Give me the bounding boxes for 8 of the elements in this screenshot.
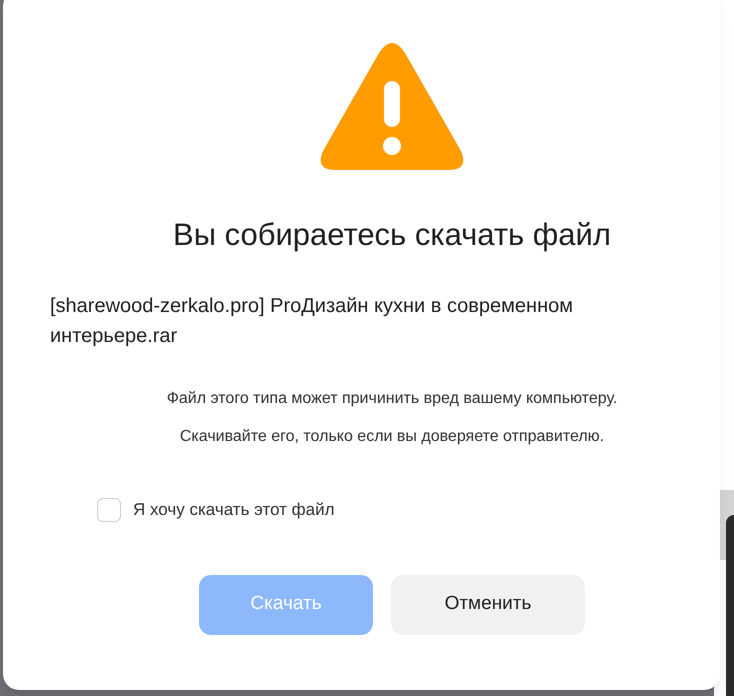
warning-icon — [319, 43, 465, 170]
cancel-button[interactable]: Отменить — [391, 574, 585, 634]
checkbox[interactable] — [97, 498, 121, 522]
dialog-title: Вы собираетесь скачать файл — [173, 216, 611, 254]
file-name: [sharewood-zerkalo.pro] ProДизайн кухни в современном интерьере.rar — [50, 294, 574, 349]
warning-text: Скачивайте его, только если вы доверяете отправителю. — [180, 427, 604, 447]
warning-text: Файл этого типа может причинить вред вашему компьютеру. — [166, 389, 618, 409]
checkbox-label: Я хочу скачать этот файл — [133, 499, 335, 521]
